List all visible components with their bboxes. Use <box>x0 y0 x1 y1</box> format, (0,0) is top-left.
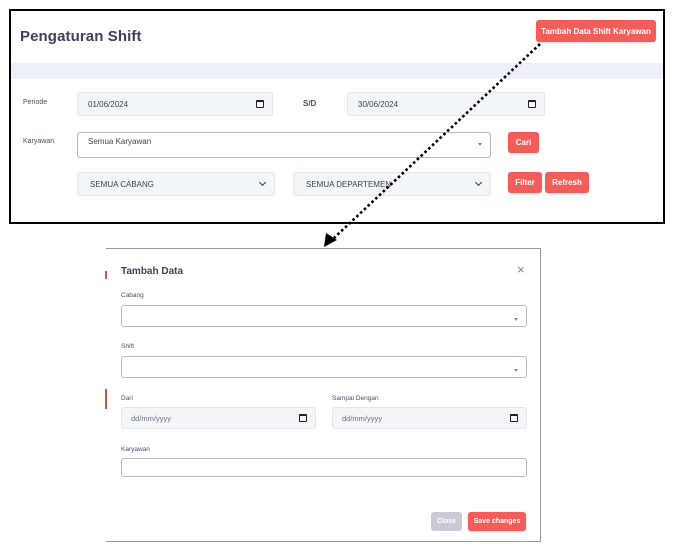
departemen-select-value: SEMUA DEPARTEMEN <box>306 179 392 189</box>
modal-edge-accent <box>105 249 107 541</box>
shift-settings-panel: Pengaturan Shift Tambah Data Shift Karya… <box>9 9 665 224</box>
cabang-select-value: SEMUA CABANG <box>90 179 155 189</box>
caret-down-icon <box>514 368 518 372</box>
cabang-label: Cabang <box>121 292 144 299</box>
karyawan-select-value: Semua Karyawan <box>88 137 152 146</box>
chevron-down-icon <box>474 178 483 187</box>
calendar-icon[interactable] <box>528 100 536 108</box>
karyawan-select[interactable]: Semua Karyawan <box>77 132 491 158</box>
page-header: Pengaturan Shift Tambah Data Shift Karya… <box>11 11 663 63</box>
karyawan-label: Karyawan <box>23 138 55 145</box>
date-to-input[interactable]: 30/06/2024 <box>347 92 545 116</box>
calendar-icon[interactable] <box>256 100 264 108</box>
cari-button[interactable]: Cari <box>508 132 539 153</box>
sampai-placeholder: dd/mm/yyyy <box>342 413 383 423</box>
date-to-value: 30/06/2024 <box>358 99 399 109</box>
sampai-dengan-label: Sampai Dengan <box>332 395 379 402</box>
dari-date-input[interactable]: dd/mm/yyyy <box>121 407 316 429</box>
filter-button[interactable]: Filter <box>508 172 542 193</box>
save-changes-button[interactable]: Save changes <box>468 512 526 531</box>
modal-karyawan-input[interactable] <box>121 458 527 477</box>
arrow-head-icon <box>324 233 337 247</box>
periode-label: Periode <box>23 99 48 106</box>
add-shift-data-button[interactable]: Tambah Data Shift Karyawan <box>536 20 656 42</box>
refresh-button[interactable]: Refresh <box>545 172 589 193</box>
date-from-value: 01/06/2024 <box>88 99 129 109</box>
chevron-down-icon <box>258 178 267 187</box>
calendar-icon[interactable] <box>299 414 307 422</box>
sd-label: S/D <box>303 99 317 108</box>
dari-label: Dari <box>121 395 133 402</box>
modal-karyawan-label: Karyawan <box>121 446 150 453</box>
add-data-modal: Tambah Data × Cabang Shift Dari dd/mm/yy… <box>105 248 541 542</box>
departemen-select[interactable]: SEMUA DEPARTEMEN <box>293 172 491 196</box>
calendar-icon[interactable] <box>510 414 518 422</box>
header-divider-band <box>11 63 663 79</box>
caret-down-icon <box>478 143 482 146</box>
close-button[interactable]: Close <box>431 512 462 531</box>
caret-down-icon <box>514 317 518 321</box>
modal-cabang-select[interactable] <box>121 305 527 327</box>
dari-placeholder: dd/mm/yyyy <box>131 413 172 423</box>
sampai-dengan-date-input[interactable]: dd/mm/yyyy <box>332 407 527 429</box>
page-title: Pengaturan Shift <box>20 28 142 45</box>
close-icon[interactable]: × <box>517 263 525 276</box>
shift-label: Shift <box>121 343 135 350</box>
date-from-input[interactable]: 01/06/2024 <box>77 92 273 116</box>
modal-shift-select[interactable] <box>121 356 527 378</box>
modal-title: Tambah Data <box>121 266 184 277</box>
cabang-select[interactable]: SEMUA CABANG <box>77 172 275 196</box>
